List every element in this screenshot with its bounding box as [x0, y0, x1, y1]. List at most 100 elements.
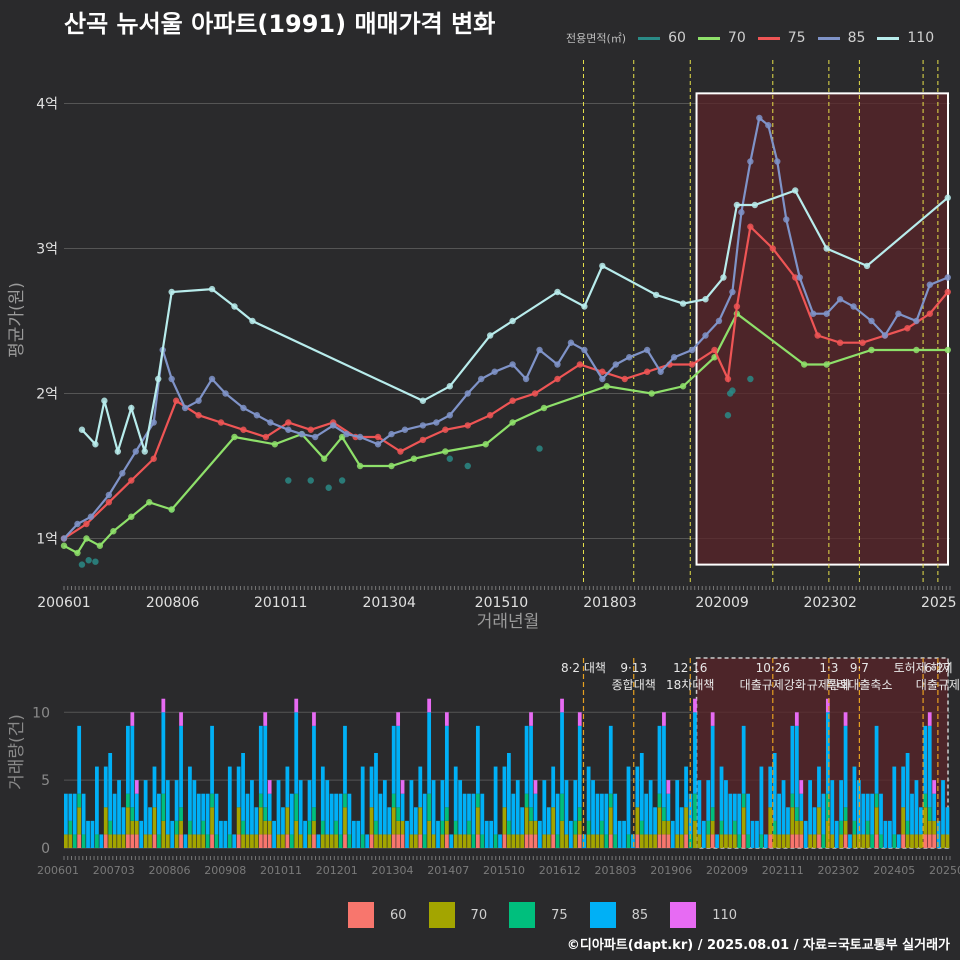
- bar-x-tick-label: 202507: [929, 864, 960, 877]
- bar-segment-85: [134, 793, 139, 821]
- bar-segment-70: [68, 834, 73, 848]
- bar-segment-85: [600, 793, 604, 821]
- bar-segment-110: [444, 712, 449, 726]
- data-point-75: [531, 390, 539, 397]
- data-point-110: [249, 317, 256, 325]
- bar-segment-70: [64, 834, 68, 848]
- data-point-85: [756, 114, 763, 122]
- bar-segment-75: [493, 834, 498, 848]
- bar-segment-70: [524, 807, 529, 835]
- bar-segment-60: [932, 834, 937, 848]
- bar-segment-85: [507, 753, 511, 821]
- bar-segment-60: [923, 834, 928, 848]
- bar-segment-110: [710, 712, 715, 726]
- bar-segment-85: [755, 820, 759, 848]
- bar-segment-85: [622, 820, 626, 848]
- bar-segment-60: [103, 834, 108, 848]
- bar-segment-85: [879, 793, 883, 835]
- data-point-85: [329, 422, 337, 429]
- bar-segment-85: [236, 766, 241, 808]
- bar-segment-75: [737, 834, 742, 848]
- bar-segment-70: [276, 834, 281, 848]
- bar-legend-swatch: [509, 902, 536, 928]
- bar-segment-85: [555, 793, 560, 835]
- bar-segment-110: [533, 780, 538, 794]
- bar-segment-85: [272, 820, 276, 848]
- bar-x-tick-label: 200908: [204, 864, 246, 877]
- bar-segment-85: [613, 793, 618, 835]
- bar-segment-70: [161, 820, 166, 848]
- bar-segment-85: [369, 766, 374, 808]
- bar-segment-60: [927, 834, 932, 848]
- bar-segment-85: [360, 766, 365, 835]
- bar-segment-70: [914, 834, 919, 848]
- bar-segment-70: [130, 820, 135, 835]
- bar-segment-85: [161, 712, 166, 794]
- data-point-110: [702, 296, 709, 303]
- bar-segment-85: [626, 766, 631, 835]
- bar-legend-item-60: 60: [348, 902, 407, 928]
- x-tick-label: 2025: [921, 595, 957, 611]
- bar-segment-85: [794, 725, 799, 808]
- footer-credit: ©디아파트(dapt.kr) / 2025.08.01 / 자료=국토교통부 실…: [566, 938, 950, 953]
- bar-segment-85: [675, 780, 680, 835]
- data-point-110: [419, 397, 427, 404]
- bar-x-tick-label: 201803: [595, 864, 637, 877]
- bar-segment-85: [821, 793, 826, 835]
- bar-x-tick-label: 201201: [316, 864, 358, 877]
- bar-segment-75: [706, 820, 711, 835]
- bar-segment-70: [817, 807, 821, 835]
- bar-segment-70: [932, 820, 937, 835]
- data-point-60: [729, 387, 736, 394]
- bar-y-tick-label: 10: [32, 705, 50, 721]
- x-axis-label: 거래년월: [477, 612, 540, 632]
- bar-segment-70: [413, 834, 418, 848]
- bar-segment-75: [746, 834, 750, 848]
- bar-segment-70: [152, 807, 157, 835]
- bar-segment-85: [896, 834, 901, 848]
- bar-segment-70: [564, 834, 569, 848]
- x-tick-label: 200806: [146, 595, 200, 611]
- bar-segment-85: [595, 793, 600, 835]
- bar-segment-85: [560, 712, 564, 794]
- bar-segment-85: [391, 725, 396, 794]
- bar-segment-85: [338, 793, 343, 835]
- policy-annotation: 대출규제: [916, 678, 960, 692]
- bar-segment-85: [64, 793, 68, 835]
- bar-segment-85: [484, 820, 489, 848]
- data-point-75: [733, 303, 741, 310]
- data-point-110: [128, 404, 135, 412]
- bar-segment-70: [320, 834, 325, 848]
- bar-segment-75: [307, 820, 312, 835]
- bar-segment-70: [910, 834, 914, 848]
- bar-segment-85: [108, 753, 113, 821]
- bar-segment-85: [254, 807, 259, 835]
- bar-segment-85: [945, 807, 950, 835]
- data-point-85: [491, 368, 498, 375]
- bar-segment-75: [427, 793, 432, 821]
- bar-segment-85: [542, 780, 547, 835]
- data-point-85: [168, 375, 175, 383]
- bar-segment-70: [927, 820, 932, 835]
- bar-segment-75: [338, 834, 343, 848]
- bar-segment-85: [192, 780, 197, 835]
- bar-segment-70: [843, 820, 848, 835]
- bar-segment-70: [458, 834, 463, 848]
- data-point-60: [92, 558, 99, 565]
- data-point-70: [96, 542, 104, 549]
- bar-segment-85: [205, 793, 210, 835]
- bar-segment-70: [781, 834, 786, 848]
- bar-segment-70: [684, 807, 688, 835]
- bar-segment-85: [710, 725, 715, 808]
- bar-segment-85: [874, 725, 879, 794]
- bar-segment-60: [666, 834, 671, 848]
- bar-segment-85: [728, 793, 733, 835]
- bar-segment-75: [870, 834, 875, 848]
- bar-segment-85: [763, 834, 768, 848]
- bar-segment-70: [329, 834, 334, 848]
- data-point-70: [388, 462, 395, 470]
- data-point-75: [397, 448, 404, 455]
- bar-segment-110: [130, 712, 135, 726]
- bar-segment-70: [732, 834, 737, 848]
- bar-segment-85: [223, 820, 228, 848]
